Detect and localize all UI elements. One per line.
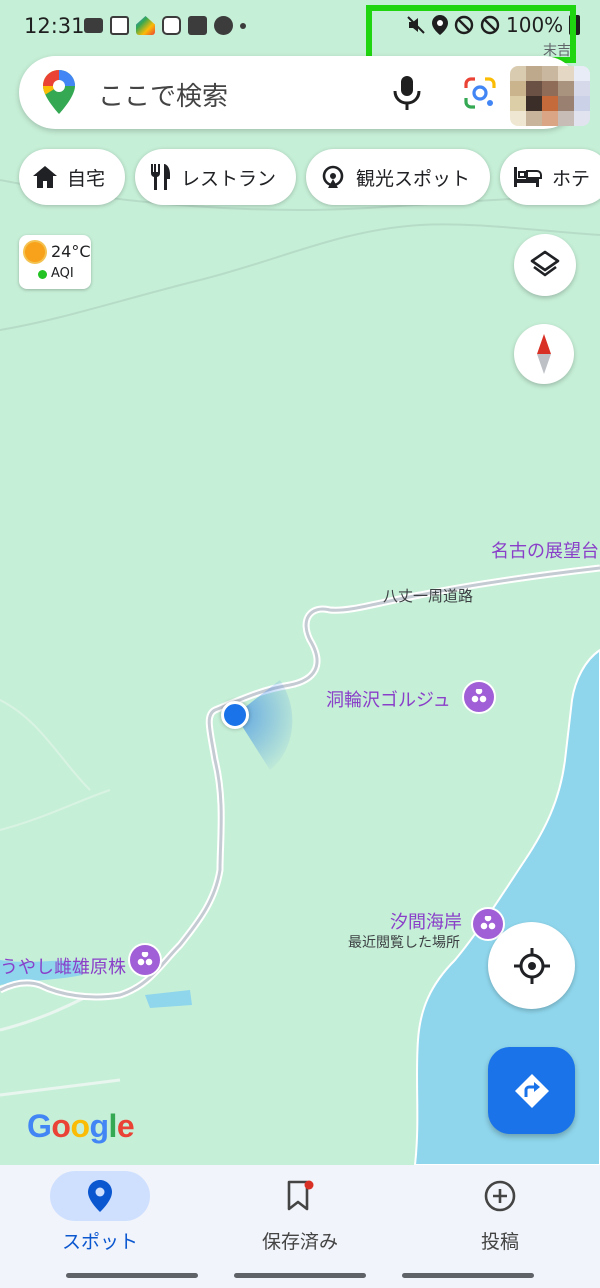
place-label-dowazawa-gorge[interactable]: 洞輪沢ゴルジュ — [326, 686, 451, 712]
bottom-navigation: スポット 保存済み 投稿 — [0, 1165, 600, 1288]
nav-saved[interactable]: 保存済み — [200, 1165, 400, 1288]
chip-restaurant[interactable]: レストラン — [135, 149, 297, 205]
messenger-icon — [214, 16, 233, 35]
chip-label: ホテ — [552, 167, 591, 190]
compass-icon — [537, 334, 551, 374]
directions-icon — [515, 1074, 549, 1108]
layers-icon — [530, 250, 560, 277]
sun-icon — [25, 242, 45, 262]
gesture-bar — [402, 1273, 534, 1278]
recently-viewed-label: 最近閲覧した場所 — [348, 935, 460, 951]
layers-button[interactable] — [514, 234, 576, 296]
status-bar: 12:31 100% 末吉 — [0, 0, 600, 63]
weather-temperature: 24°C — [51, 242, 91, 261]
compass-button[interactable] — [514, 324, 574, 384]
instagram-icon — [162, 16, 181, 35]
gmail-icon — [84, 18, 103, 33]
nav-contribute[interactable]: 投稿 — [400, 1165, 600, 1288]
aqi-status-dot — [38, 270, 47, 279]
search-bar[interactable]: ここで検索 — [19, 56, 590, 129]
maps-pin-icon — [43, 70, 75, 114]
nav-icon-wrap — [250, 1171, 350, 1221]
chip-label: 自宅 — [67, 167, 106, 190]
restaurant-icon — [151, 164, 171, 190]
current-location-dot[interactable] — [221, 701, 249, 729]
calendar-icon — [110, 16, 129, 35]
attraction-poi-icon[interactable] — [462, 680, 496, 714]
microphone-icon[interactable] — [391, 76, 423, 110]
search-input[interactable]: ここで検索 — [98, 76, 228, 113]
account-avatar[interactable] — [510, 66, 590, 126]
nav-label: 保存済み — [261, 1231, 338, 1253]
location-pin-icon — [88, 1180, 112, 1212]
chip-label: 観光スポット — [356, 167, 471, 190]
nav-label: スポット — [61, 1231, 138, 1253]
place-label-nago-observatory[interactable]: 名古の展望台 — [491, 537, 599, 563]
place-label-shiyu-genkabu[interactable]: うやし雌雄原株 — [0, 953, 126, 979]
hotel-icon — [514, 167, 543, 187]
nav-active-indicator — [50, 1171, 150, 1221]
place-label-shioma-coast[interactable]: 汐間海岸 — [390, 908, 462, 934]
google-lens-icon[interactable] — [463, 76, 497, 110]
status-time: 12:31 — [24, 14, 85, 38]
chip-home[interactable]: 自宅 — [19, 149, 126, 205]
more-dot-icon — [240, 23, 246, 29]
gesture-bar — [66, 1273, 198, 1278]
google-watermark: Google — [27, 1108, 135, 1144]
crosshair-icon — [514, 948, 550, 984]
chip-attractions[interactable]: 観光スポット — [306, 149, 491, 205]
calendar-14-icon — [188, 16, 207, 35]
gesture-bar — [234, 1273, 366, 1278]
google-home-icon — [136, 16, 155, 35]
aqi-label: AQI — [51, 266, 74, 281]
chip-hotel[interactable]: ホテ — [500, 149, 600, 205]
category-chips: 自宅 レストラン 観光スポット ホテ — [19, 149, 600, 205]
nav-explore[interactable]: スポット — [0, 1165, 200, 1288]
add-circle-icon — [484, 1180, 516, 1212]
home-icon — [33, 166, 57, 188]
nav-icon-wrap — [450, 1171, 550, 1221]
chip-label: レストラン — [181, 167, 277, 190]
notification-icons — [84, 16, 246, 35]
bookmark-icon — [287, 1180, 314, 1211]
weather-chip[interactable]: 24°C AQI — [19, 235, 91, 289]
road-label: 八丈一周道路 — [383, 587, 474, 605]
nav-label: 投稿 — [480, 1231, 519, 1253]
my-location-button[interactable] — [488, 922, 575, 1009]
attractions-icon — [322, 165, 344, 188]
attraction-poi-icon[interactable] — [128, 943, 162, 977]
directions-button[interactable] — [488, 1047, 575, 1134]
